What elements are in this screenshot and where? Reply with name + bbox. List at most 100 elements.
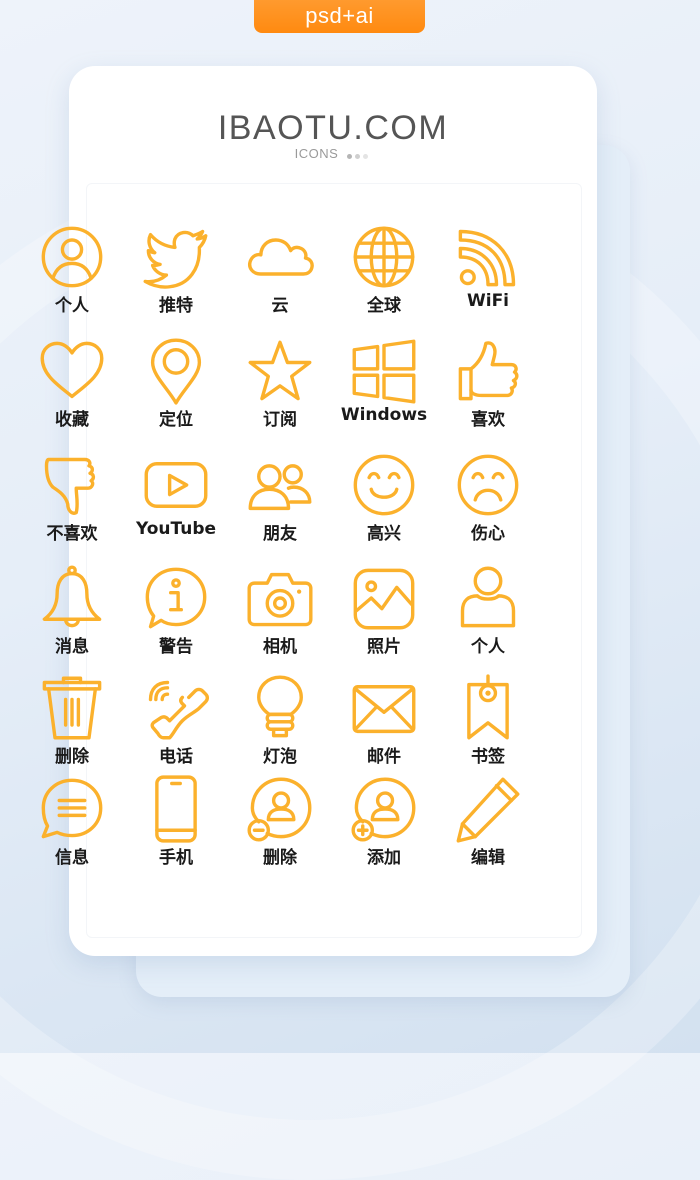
icon-item[interactable]: WiFi bbox=[436, 223, 540, 333]
info-bubble-icon bbox=[145, 567, 207, 629]
phone-icon-part bbox=[148, 680, 170, 702]
icon-label: 电话 bbox=[159, 747, 193, 767]
icon-item[interactable]: 不喜欢 bbox=[20, 451, 124, 561]
icon-item[interactable]: 定位 bbox=[124, 337, 228, 447]
icon-label: 删除 bbox=[55, 747, 89, 767]
user-circle-icon-part bbox=[60, 238, 84, 261]
icon-label: 云 bbox=[271, 296, 289, 316]
star-icon bbox=[248, 340, 312, 401]
sad-face-icon-part bbox=[473, 488, 503, 502]
icon-label: 添加 bbox=[367, 848, 401, 868]
icon-label: 手机 bbox=[159, 848, 193, 868]
dot bbox=[355, 154, 361, 160]
icon-label: 信息 bbox=[55, 848, 89, 868]
icon-item[interactable]: 编辑 bbox=[436, 775, 540, 885]
icon-item[interactable]: 个人 bbox=[436, 564, 540, 674]
icon-label: 删除 bbox=[263, 848, 297, 868]
bell-icon-part bbox=[42, 571, 102, 621]
icon-item[interactable]: 警告 bbox=[124, 564, 228, 674]
mail-icon-part bbox=[353, 687, 415, 714]
thumbs-up-icon-part bbox=[469, 341, 519, 398]
user-icon-part bbox=[460, 594, 516, 628]
icon-item[interactable]: 信息 bbox=[20, 775, 124, 885]
remove-user-icon bbox=[247, 777, 312, 842]
friends-icon bbox=[248, 464, 312, 511]
wifi-rss-icon-part bbox=[458, 246, 499, 287]
icon-item[interactable]: 个人 bbox=[20, 223, 124, 333]
subtitle-text: ICONS bbox=[294, 146, 339, 161]
icon-item[interactable]: 电话 bbox=[124, 674, 228, 784]
friends-icon-part bbox=[257, 464, 282, 489]
thumbs-up-icon bbox=[458, 341, 519, 401]
icon-item[interactable]: Windows bbox=[332, 337, 436, 447]
location-pin-icon-part bbox=[162, 348, 190, 375]
icon-item[interactable]: 消息 bbox=[20, 564, 124, 674]
page-subtitle: ICONS bbox=[69, 146, 597, 162]
globe-icon bbox=[353, 226, 415, 288]
icon-item[interactable]: 收藏 bbox=[20, 337, 124, 447]
photo-icon-part bbox=[353, 568, 415, 630]
camera-icon-part bbox=[265, 588, 295, 618]
mobile-phone-icon bbox=[155, 775, 197, 843]
pencil-edit-icon-part bbox=[456, 777, 520, 843]
mail-icon bbox=[352, 685, 416, 734]
user-icon-part bbox=[473, 566, 503, 596]
user-circle-icon bbox=[41, 226, 103, 288]
icon-label: 邮件 bbox=[367, 747, 401, 767]
thumbs-down-icon-part bbox=[44, 457, 96, 515]
info-bubble-icon-part bbox=[168, 590, 184, 612]
windows-logo-icon bbox=[352, 339, 416, 404]
icon-item[interactable]: 订阅 bbox=[228, 337, 332, 447]
icon-item[interactable]: 高兴 bbox=[332, 451, 436, 561]
dot bbox=[347, 154, 353, 160]
icon-label: 个人 bbox=[55, 296, 89, 316]
cloud-icon-part bbox=[248, 238, 314, 276]
subtitle-dots bbox=[347, 147, 371, 162]
icon-item[interactable]: 喜欢 bbox=[436, 337, 540, 447]
icon-item[interactable]: 云 bbox=[228, 223, 332, 333]
icon-label: 个人 bbox=[471, 637, 505, 657]
icon-item[interactable]: 朋友 bbox=[228, 451, 332, 561]
photo-icon bbox=[353, 568, 415, 630]
twitter-bird-icon bbox=[143, 229, 208, 289]
sad-face-icon-part bbox=[457, 454, 519, 516]
icon-item[interactable]: 全球 bbox=[332, 223, 436, 333]
icon-item[interactable]: 相机 bbox=[228, 564, 332, 674]
thumbs-up-icon-part bbox=[458, 367, 473, 401]
icon-label: 伤心 bbox=[471, 524, 505, 544]
icon-item[interactable]: 照片 bbox=[332, 564, 436, 674]
icon-label: 警告 bbox=[159, 637, 193, 657]
icon-item[interactable]: 推特 bbox=[124, 223, 228, 333]
icon-label: 不喜欢 bbox=[46, 524, 98, 544]
icon-item[interactable]: 手机 bbox=[124, 775, 228, 885]
thumbs-down-icon bbox=[44, 457, 96, 515]
bell-icon bbox=[42, 565, 102, 628]
icon-item[interactable]: 删除 bbox=[20, 674, 124, 784]
youtube-play-icon bbox=[144, 462, 208, 508]
bookmark-tag-icon bbox=[467, 674, 509, 740]
remove-user-icon-part bbox=[266, 807, 296, 822]
icon-label: 推特 bbox=[159, 296, 193, 316]
format-badge: psd+ai bbox=[254, 0, 425, 33]
location-pin-icon bbox=[150, 338, 202, 405]
icon-label: 订阅 bbox=[263, 410, 297, 430]
icon-item[interactable]: 伤心 bbox=[436, 451, 540, 561]
trash-icon bbox=[42, 676, 102, 740]
friends-icon-part bbox=[286, 485, 312, 504]
icon-item[interactable]: 书签 bbox=[436, 674, 540, 784]
info-bubble-icon-part bbox=[171, 578, 181, 589]
icon-item[interactable]: 灯泡 bbox=[228, 674, 332, 784]
icon-item[interactable]: 邮件 bbox=[332, 674, 436, 784]
smile-face-icon bbox=[353, 454, 415, 516]
icon-item[interactable]: 删除 bbox=[228, 775, 332, 885]
icon-item[interactable]: YouTube bbox=[124, 451, 228, 561]
heart-icon-part bbox=[40, 341, 104, 399]
icon-label: 书签 bbox=[471, 747, 505, 767]
sad-face-icon bbox=[457, 454, 519, 516]
icon-item[interactable]: 添加 bbox=[332, 775, 436, 885]
page-title: IBAOTU.COM bbox=[217, 109, 449, 147]
icon-label: 照片 bbox=[367, 637, 401, 657]
remove-user-icon-part bbox=[271, 791, 291, 810]
pencil-edit-icon bbox=[456, 777, 520, 843]
lightbulb-icon-part bbox=[257, 675, 303, 717]
